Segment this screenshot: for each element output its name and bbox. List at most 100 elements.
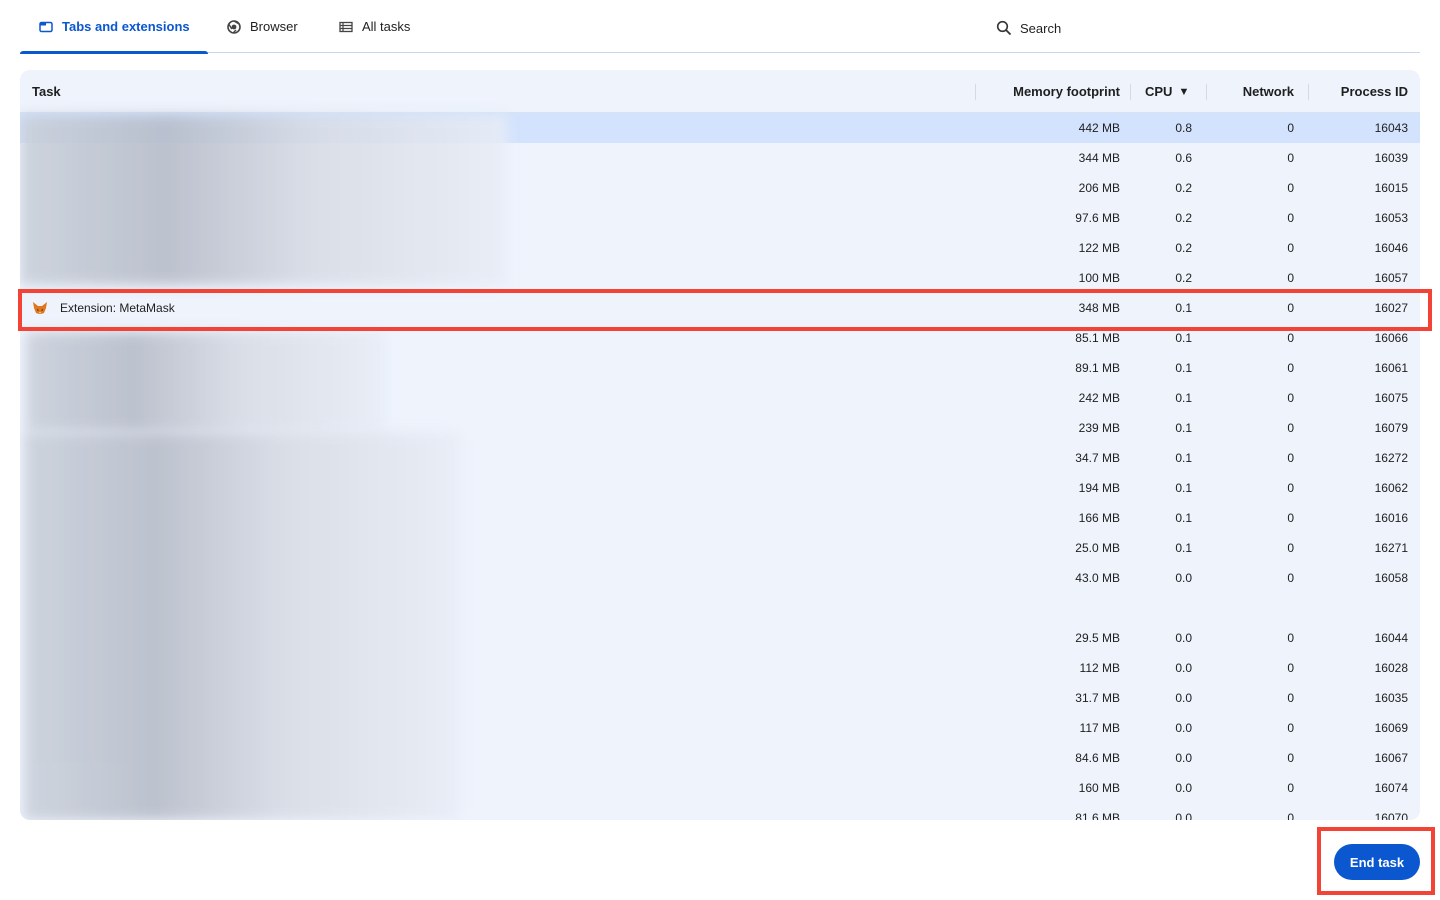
memory-cell: 242 MB — [1078, 391, 1120, 405]
memory-cell: 160 MB — [1078, 781, 1120, 795]
column-header-process-id[interactable]: Process ID — [1341, 70, 1408, 113]
cpu-cell: 0.6 — [1175, 151, 1192, 165]
network-cell: 0 — [1287, 721, 1294, 735]
cpu-cell: 0.1 — [1175, 361, 1192, 375]
network-cell: 0 — [1287, 151, 1294, 165]
column-divider[interactable] — [1206, 84, 1207, 100]
column-header-memory[interactable]: Memory footprint — [1013, 70, 1120, 113]
memory-cell: 31.7 MB — [1075, 691, 1120, 705]
memory-cell: 117 MB — [1079, 721, 1120, 735]
process-id-cell: 16043 — [1374, 121, 1408, 135]
cpu-cell: 0.1 — [1175, 511, 1192, 525]
process-id-cell: 16058 — [1374, 571, 1408, 585]
chrome-icon — [226, 19, 242, 35]
column-header-cpu[interactable]: CPU ▼ — [1145, 70, 1189, 113]
network-cell: 0 — [1287, 481, 1294, 495]
memory-cell: 89.1 MB — [1075, 361, 1120, 375]
cpu-cell: 0.1 — [1175, 541, 1192, 555]
column-header-task[interactable]: Task — [32, 70, 61, 113]
cpu-header-label: CPU — [1145, 84, 1173, 99]
network-cell: 0 — [1287, 691, 1294, 705]
memory-cell: 206 MB — [1078, 181, 1120, 195]
process-id-cell: 16069 — [1374, 721, 1408, 735]
search-field[interactable]: Search — [996, 0, 1061, 56]
process-id-cell: 16075 — [1374, 391, 1408, 405]
list-icon — [338, 19, 354, 35]
cpu-cell: 0.0 — [1175, 661, 1192, 675]
memory-cell: 34.7 MB — [1075, 451, 1120, 465]
highlight-metamask-row — [18, 289, 1432, 331]
tab-browser[interactable]: Browser — [226, 0, 298, 53]
memory-cell: 166 MB — [1078, 511, 1120, 525]
cpu-cell: 0.0 — [1175, 631, 1192, 645]
memory-cell: 43.0 MB — [1075, 571, 1120, 585]
network-cell: 0 — [1287, 631, 1294, 645]
process-id-cell: 16061 — [1374, 361, 1408, 375]
cpu-cell: 0.1 — [1175, 421, 1192, 435]
tab-window-icon — [38, 19, 54, 35]
task-table: Task Memory footprint CPU ▼ Network Proc… — [20, 70, 1420, 820]
sort-descending-icon: ▼ — [1178, 85, 1190, 98]
process-id-cell: 16039 — [1374, 151, 1408, 165]
network-cell: 0 — [1287, 361, 1294, 375]
process-id-cell: 16062 — [1374, 481, 1408, 495]
cpu-cell: 0.2 — [1175, 211, 1192, 225]
memory-cell: 97.6 MB — [1075, 211, 1120, 225]
redacted-task-names — [20, 115, 507, 285]
process-id-cell: 16053 — [1374, 211, 1408, 225]
network-cell: 0 — [1287, 121, 1294, 135]
network-cell: 0 — [1287, 211, 1294, 225]
process-id-cell: 16035 — [1374, 691, 1408, 705]
memory-cell: 344 MB — [1078, 151, 1120, 165]
memory-cell: 122 MB — [1078, 241, 1120, 255]
memory-cell: 25.0 MB — [1075, 541, 1120, 555]
process-id-cell: 16271 — [1374, 541, 1408, 555]
cpu-cell: 0.0 — [1175, 751, 1192, 765]
redacted-task-names — [24, 432, 460, 820]
network-cell: 0 — [1287, 391, 1294, 405]
memory-cell: 112 MB — [1079, 661, 1120, 675]
tab-label: Browser — [250, 19, 298, 34]
column-header-network[interactable]: Network — [1243, 70, 1294, 113]
process-id-cell: 16044 — [1374, 631, 1408, 645]
tab-all-tasks[interactable]: All tasks — [338, 0, 410, 53]
network-cell: 0 — [1287, 751, 1294, 765]
network-cell: 0 — [1287, 241, 1294, 255]
cpu-cell: 0.1 — [1175, 481, 1192, 495]
cpu-cell: 0.0 — [1175, 781, 1192, 795]
search-icon — [996, 20, 1012, 36]
network-cell: 0 — [1287, 811, 1294, 820]
process-id-cell: 16016 — [1374, 511, 1408, 525]
cpu-cell: 0.0 — [1175, 691, 1192, 705]
process-id-cell: 16079 — [1374, 421, 1408, 435]
network-cell: 0 — [1287, 541, 1294, 555]
tab-tabs-and-extensions[interactable]: Tabs and extensions — [20, 0, 208, 54]
redacted-task-names — [26, 332, 386, 432]
process-id-cell: 16070 — [1374, 811, 1408, 820]
network-cell: 0 — [1287, 181, 1294, 195]
cpu-cell: 0.8 — [1175, 121, 1192, 135]
cpu-cell: 0.2 — [1175, 181, 1192, 195]
memory-cell: 84.6 MB — [1075, 751, 1120, 765]
process-id-cell: 16272 — [1374, 451, 1408, 465]
column-divider[interactable] — [975, 84, 976, 100]
end-task-button[interactable]: End task — [1334, 844, 1420, 880]
cpu-cell: 0.0 — [1175, 571, 1192, 585]
network-cell: 0 — [1287, 571, 1294, 585]
table-header: Task Memory footprint CPU ▼ Network Proc… — [20, 70, 1420, 113]
network-cell: 0 — [1287, 781, 1294, 795]
memory-cell: 239 MB — [1078, 421, 1120, 435]
process-id-cell: 16074 — [1374, 781, 1408, 795]
column-divider[interactable] — [1130, 84, 1131, 100]
memory-cell: 194 MB — [1078, 481, 1120, 495]
memory-cell: 29.5 MB — [1075, 631, 1120, 645]
cpu-cell: 0.0 — [1175, 811, 1192, 820]
process-id-cell: 16028 — [1374, 661, 1408, 675]
process-id-cell: 16067 — [1374, 751, 1408, 765]
column-divider[interactable] — [1308, 84, 1309, 100]
cpu-cell: 0.2 — [1175, 241, 1192, 255]
network-cell: 0 — [1287, 451, 1294, 465]
cpu-cell: 0.0 — [1175, 721, 1192, 735]
memory-cell: 442 MB — [1078, 121, 1120, 135]
process-id-cell: 16046 — [1374, 241, 1408, 255]
